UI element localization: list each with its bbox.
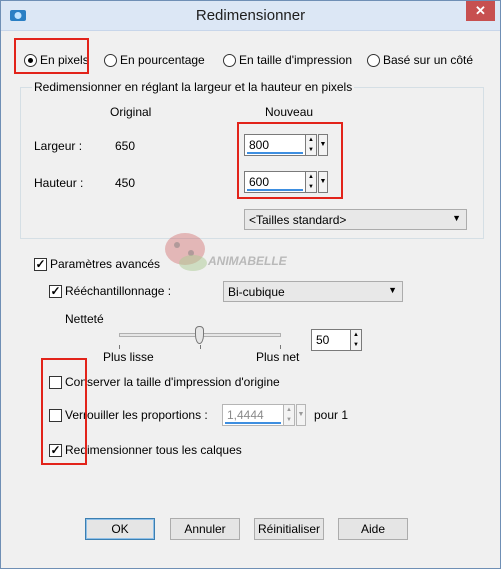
radio-dot [223,53,236,67]
slider-tick [200,345,201,349]
field-underline [225,422,281,424]
radio-percentage-label: En pourcentage [120,53,205,67]
resample-label: Rééchantillonnage : [65,284,172,298]
dimensions-group-title: Redimensionner en réglant la largeur et … [32,80,355,94]
slider-tick [119,345,120,349]
radio-dot [104,53,117,67]
original-column-header: Original [110,105,152,119]
resample-method-select[interactable]: Bi-cubique ▼ [223,281,403,302]
standard-sizes-select[interactable]: <Tailles standard> ▼ [244,209,467,230]
advanced-params-label: Paramètres avancés [50,257,161,271]
slider-tick [280,345,281,349]
watermark-text: ANIMABELLE [208,254,287,268]
height-label: Hauteur : [34,176,84,190]
close-button[interactable]: ✕ [466,1,495,21]
keep-print-size-label: Conserver la taille d'impression d'origi… [65,375,280,389]
radio-percentage[interactable]: En pourcentage [104,53,205,67]
highlight-box [41,358,87,465]
resize-dialog: Redimensionner ✕ En pixels En pourcentag… [0,0,501,569]
radio-one-side[interactable]: Basé sur un côté [367,53,473,67]
width-label: Largeur : [34,139,83,153]
checkbox-box: ✓ [49,283,62,298]
dropdown-arrow-icon[interactable]: ▼ [296,404,306,426]
sharpness-field[interactable]: 50 [311,329,351,351]
chevron-down-icon: ▼ [452,213,461,223]
radio-print-size-label: En taille d'impression [239,53,353,67]
sharpness-max-label: Plus net [256,350,300,364]
highlight-box [14,38,89,74]
spin-arrows-icon[interactable]: ▲ ▼ [284,404,295,426]
sharpness-slider-thumb[interactable] [195,326,204,344]
ratio-suffix: pour 1 [314,408,349,422]
ratio-stepper[interactable]: 1,4444 ▲ ▼ ▼ [222,404,306,426]
title-bar: Redimensionner ✕ [1,1,500,31]
resample-method-value: Bi-cubique [228,285,285,299]
chevron-down-icon: ▼ [388,285,397,295]
radio-one-side-label: Basé sur un côté [383,53,474,67]
resample-checkbox[interactable]: ✓ Rééchantillonnage : [49,284,171,298]
help-button[interactable]: Aide [338,518,408,540]
highlight-box [237,122,343,199]
ok-button[interactable]: OK [85,518,155,540]
sharpness-stepper[interactable]: 50 ▲ ▼ [311,329,363,351]
watermark-logo [157,225,217,278]
new-column-header: Nouveau [265,105,314,119]
standard-sizes-value: <Tailles standard> [249,213,347,227]
height-original-value: 450 [115,176,136,190]
advanced-params-checkbox[interactable]: ✓ Paramètres avancés [34,257,160,271]
radio-print-size[interactable]: En taille d'impression [223,53,352,67]
window-title: Redimensionner [195,7,306,24]
spin-arrows-icon[interactable]: ▲ ▼ [351,329,362,351]
sharpness-min-label: Plus lisse [103,350,154,364]
radio-dot [367,53,380,67]
cancel-button[interactable]: Annuler [170,518,240,540]
checkbox-box: ✓ [34,256,47,271]
resize-all-layers-label: Redimensionner tous les calques [65,443,242,457]
width-original-value: 650 [115,139,136,153]
sharpness-label: Netteté [65,312,104,326]
reset-button[interactable]: Réinitialiser [254,518,324,540]
